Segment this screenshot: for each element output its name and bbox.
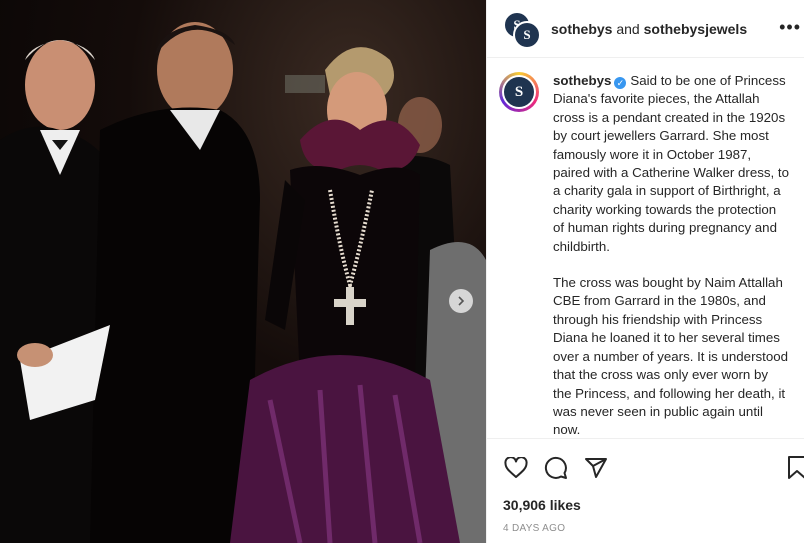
post-photo[interactable] xyxy=(0,0,486,543)
bookmark-icon xyxy=(788,456,804,479)
instagram-post: S S sothebys and sothebysjewels ••• S s xyxy=(0,0,804,543)
verified-badge-icon: ✓ xyxy=(614,77,627,89)
caption-scroll-area[interactable]: S sothebys ✓ Said to be one of Princess Di… xyxy=(487,58,804,438)
account-link-sothebys[interactable]: sothebys xyxy=(551,21,612,37)
author-avatar: S xyxy=(504,77,534,107)
post-actions: 30,906 likes 4 DAYS AGO xyxy=(487,438,804,543)
caption-row: S sothebys ✓ Said to be one of Princess Di… xyxy=(487,58,804,438)
sothebys-logo-icon[interactable]: S S xyxy=(503,10,541,49)
header-conjunction: and xyxy=(616,20,640,37)
caption-paragraph-2: The cross was bought by Naim Attallah CB… xyxy=(553,275,789,438)
comment-button[interactable] xyxy=(543,455,569,481)
photo-illustration xyxy=(0,22,486,543)
header-accounts: sothebys and sothebysjewels xyxy=(551,21,747,37)
next-image-button[interactable] xyxy=(449,289,473,313)
avatar-frame: S xyxy=(502,75,536,109)
share-button[interactable] xyxy=(583,455,609,481)
like-count[interactable]: 30,906 likes xyxy=(503,497,581,513)
caption-body-1: Said to be one of Princess Diana's favor… xyxy=(553,73,790,254)
author-username-link[interactable]: sothebys xyxy=(553,73,611,88)
save-button[interactable] xyxy=(785,455,804,481)
comment-icon xyxy=(544,456,567,479)
heart-icon xyxy=(504,457,528,478)
post-age[interactable]: 4 DAYS AGO xyxy=(503,523,565,534)
post-header: S S sothebys and sothebysjewels ••• xyxy=(487,0,804,58)
avatar-sothebysjewels: S xyxy=(513,20,541,49)
caption-text: sothebys ✓ Said to be one of Princess Dian… xyxy=(553,72,789,438)
like-button[interactable] xyxy=(503,455,529,481)
more-options-icon[interactable]: ••• xyxy=(779,17,801,38)
share-icon xyxy=(585,458,607,478)
chevron-right-icon xyxy=(458,296,465,306)
post-sidebar: S S sothebys and sothebysjewels ••• S s xyxy=(486,0,804,543)
action-icons xyxy=(503,455,609,481)
story-ring[interactable]: S xyxy=(499,72,539,112)
caption-paragraph-1: sothebys ✓ Said to be one of Princess Dian… xyxy=(553,72,789,256)
account-link-sothebysjewels[interactable]: sothebysjewels xyxy=(644,21,748,37)
